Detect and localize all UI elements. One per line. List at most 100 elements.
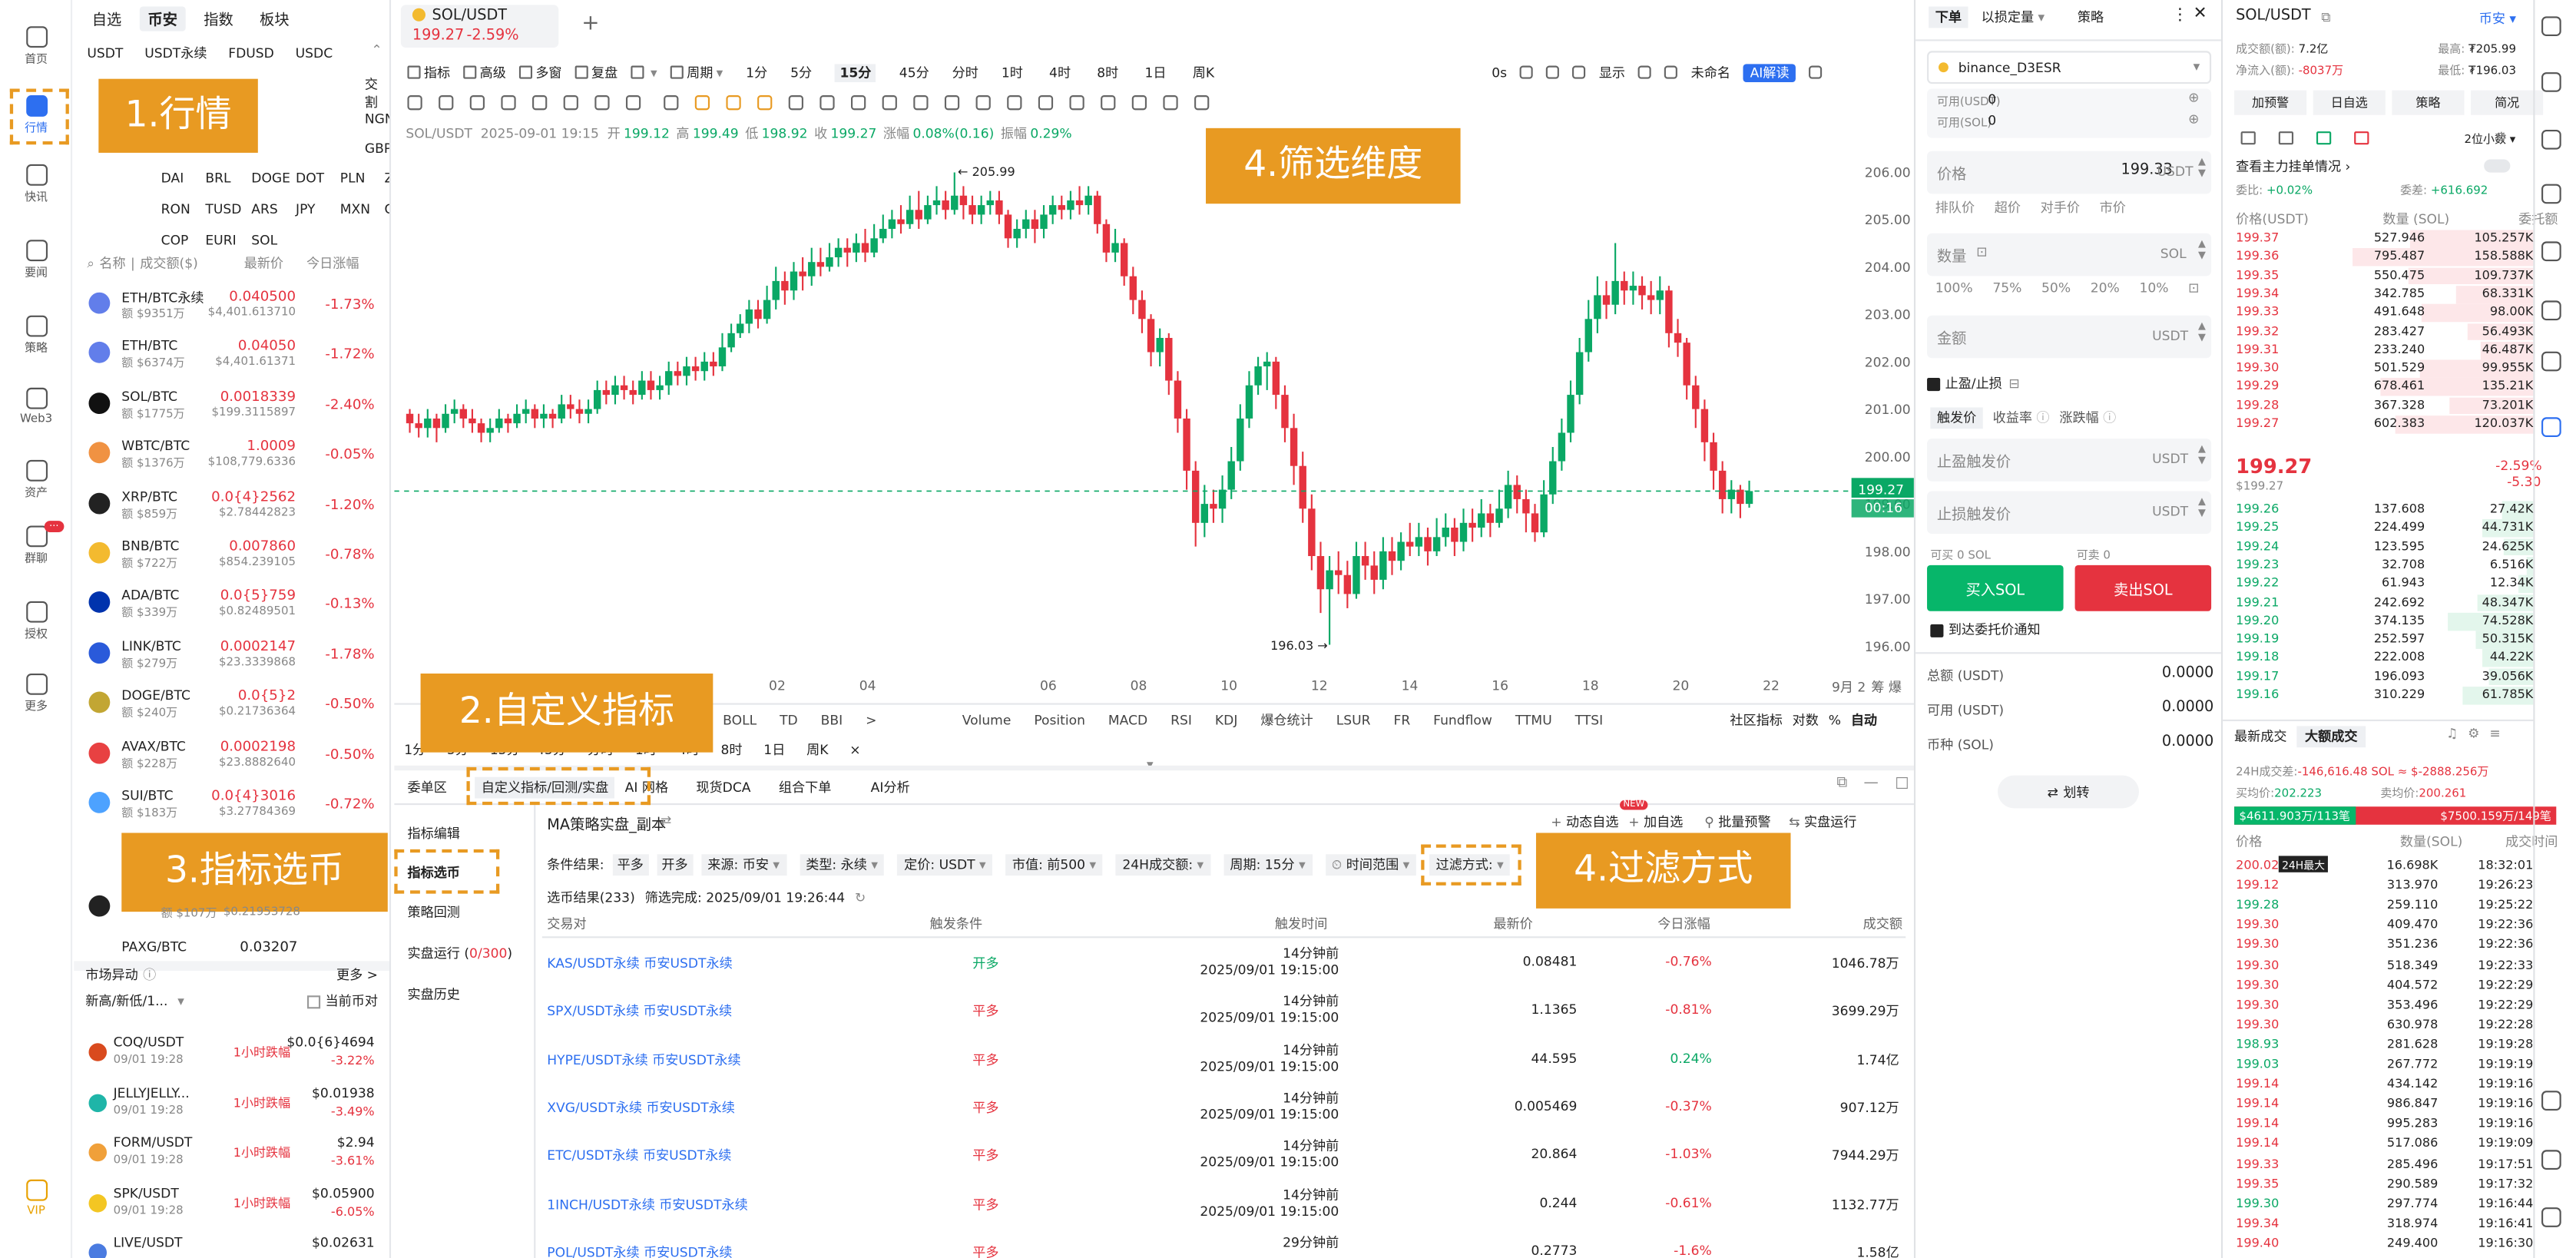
trade-tab-1[interactable]: 大额成交: [2296, 726, 2366, 748]
market-row[interactable]: ETH/BTC 额 $6374万 0.04050 $4,401.61371 -1.72%: [79, 331, 385, 380]
trade-row[interactable]: 198.93 281.628 19:19:28: [2234, 1035, 2533, 1054]
indicator-6[interactable]: MACD: [1108, 713, 1147, 727]
quote-tab-1[interactable]: USDT永续: [144, 45, 207, 63]
trade-row[interactable]: 199.03 267.772 19:19:19: [2234, 1054, 2533, 1074]
edit-icon[interactable]: ⊡: [2188, 281, 2199, 296]
trade-row[interactable]: 199.35 290.589 19:17:32: [2234, 1174, 2533, 1194]
notify-checkbox[interactable]: [1930, 623, 1944, 637]
current-pair-checkbox[interactable]: [306, 995, 321, 1008]
filter-source[interactable]: 来源: 币安 ▾: [700, 854, 786, 876]
filter-chip-0[interactable]: 平多: [612, 854, 649, 876]
trade-header-1[interactable]: 数量(SOL): [2400, 833, 2462, 851]
period-0[interactable]: 1分: [746, 63, 767, 81]
toolbar-right-4[interactable]: 显示: [1599, 63, 1625, 81]
col-price[interactable]: 最新价: [244, 255, 283, 273]
column-header-4[interactable]: 今日涨幅: [1657, 915, 1710, 933]
nav-vip[interactable]: VIP: [0, 1179, 71, 1217]
quote-chip[interactable]: DOT: [296, 170, 324, 185]
rail-tool-icon[interactable]: [2541, 241, 2561, 262]
tpsl-checkbox[interactable]: [1927, 376, 1941, 391]
orderbook-row[interactable]: 199.31 233.240 46.487K: [2234, 341, 2534, 359]
result-row[interactable]: SPX/USDT永续 币安USDT永续 平多 14分钟前 2025/09/01 19:…: [542, 988, 1906, 1035]
action-1[interactable]: + 加自选: [1628, 813, 1683, 832]
toolbar-right-5[interactable]: [1638, 65, 1652, 79]
add-tab-button[interactable]: +: [581, 12, 599, 36]
order-tab-1[interactable]: 以损定量 ▾: [1982, 8, 2045, 27]
trade-row[interactable]: 199.30 630.978 19:22:28: [2234, 1015, 2533, 1035]
orderbook-row[interactable]: 199.36 795.487 158.588K: [2234, 248, 2534, 266]
draw-tool-icon[interactable]: [1038, 95, 1054, 111]
quote-chip[interactable]: RON: [161, 202, 190, 217]
orderbook-row[interactable]: 199.27 602.383 120.037K: [2234, 415, 2534, 434]
add-sol-icon[interactable]: ⊕: [2188, 111, 2199, 126]
period-4[interactable]: 分时: [952, 63, 978, 81]
calendar-icon[interactable]: ⊟: [2008, 376, 2019, 391]
quote-tab-0[interactable]: USDT: [87, 46, 123, 61]
quote-chip[interactable]: MXN: [340, 202, 370, 217]
draw-tool-icon[interactable]: [1069, 95, 1084, 111]
orderbook-row[interactable]: 199.24 123.595 24.625K: [2234, 538, 2534, 556]
gear-icon[interactable]: ⚙: [2468, 726, 2479, 740]
order-tab-2[interactable]: 策略: [2078, 8, 2104, 27]
draw-tool-icon[interactable]: [694, 95, 710, 111]
trade-row[interactable]: 199.14 434.142 19:19:16: [2234, 1074, 2533, 1094]
collapse-icon[interactable]: ⌃: [371, 43, 382, 58]
price-option-0[interactable]: 排队价: [1935, 199, 1975, 217]
buy-button[interactable]: 买入SOL: [1927, 564, 2064, 611]
market-row[interactable]: WBTC/BTC 额 $1376万 1.0009 $108,779.6336 -0.05…: [79, 431, 385, 480]
orderbook-row[interactable]: 199.16 310.229 61.785K: [2234, 687, 2534, 705]
rail-tool-icon[interactable]: [2541, 1091, 2561, 1111]
price-input[interactable]: 价格 199.33 USDT ▲ ▼: [1927, 151, 2212, 194]
orderbook-row[interactable]: 199.29 678.461 135.21K: [2234, 378, 2534, 396]
trade-row[interactable]: 199.30 518.349 19:22:33: [2234, 955, 2533, 975]
period-8[interactable]: 1日: [1145, 63, 1167, 81]
indicator-10[interactable]: LSUR: [1336, 713, 1371, 727]
indicator-option-0[interactable]: 社区指标: [1730, 711, 1782, 730]
settings-icon[interactable]: ⚙: [2495, 130, 2507, 144]
minimize-icon[interactable]: —: [1864, 776, 1879, 792]
quote-chip[interactable]: JPY: [296, 202, 315, 217]
result-row[interactable]: KAS/USDT永续 币安USDT永续 开多 14分钟前 2025/09/01 19:…: [542, 940, 1906, 988]
column-header-1[interactable]: 触发条件: [930, 915, 982, 933]
column-header-5[interactable]: 成交额: [1863, 915, 1902, 933]
side-item-3[interactable]: 实盘运行 (0/300): [407, 945, 512, 963]
toolbar-item-5[interactable]: 周期 ▾: [670, 63, 723, 81]
market-row[interactable]: SUI/BTC 额 $183万 0.0{4}3016 $3.27784369 -0.72…: [79, 780, 385, 829]
sell-button[interactable]: 卖出SOL: [2074, 564, 2212, 611]
orderbook-view-icon[interactable]: [2316, 131, 2332, 145]
period-3[interactable]: 45分: [899, 63, 929, 81]
ob-header-1[interactable]: 数量 (SOL): [2382, 210, 2449, 229]
toolbar-right-1[interactable]: [1520, 65, 1534, 79]
draw-tool-icon[interactable]: [439, 95, 454, 111]
close-icon[interactable]: ✕: [2194, 5, 2207, 23]
orderbook-row[interactable]: 199.30 501.529 99.955K: [2234, 359, 2534, 378]
nav-headline[interactable]: 要闻: [0, 240, 71, 280]
order-tab-0[interactable]: 下单: [1929, 6, 1968, 28]
toolbar-right-7[interactable]: 未命名: [1691, 63, 1730, 81]
account-select[interactable]: binance_D3ESR ▾: [1927, 51, 2212, 84]
period-1[interactable]: 5分: [790, 63, 812, 81]
quote-chip[interactable]: ARS: [251, 202, 277, 217]
toolbar-right-2[interactable]: [1546, 65, 1560, 79]
percent-2[interactable]: 50%: [2041, 281, 2071, 296]
toolbar-item-2[interactable]: 多窗: [518, 63, 562, 81]
trade-row[interactable]: 199.14 995.283 19:19:16: [2234, 1114, 2533, 1134]
bottom-tab-5[interactable]: AI分析: [871, 779, 910, 797]
period-7[interactable]: 8时: [1097, 63, 1118, 81]
indicator-5[interactable]: Position: [1034, 713, 1085, 727]
result-pair[interactable]: SPX/USDT永续 币安USDT永续: [547, 1002, 732, 1021]
orderbook-view-icon[interactable]: [2354, 131, 2369, 145]
rail-tool-icon[interactable]: [2541, 417, 2561, 437]
movement-row[interactable]: LIVE/USDT $0.02631: [79, 1231, 385, 1258]
quote-chip[interactable]: NGN: [365, 111, 389, 126]
trade-row[interactable]: 199.14 986.847 19:19:16: [2234, 1094, 2533, 1114]
ob-header-2[interactable]: 委托额: [2518, 210, 2558, 229]
bell-icon[interactable]: ♫: [2446, 726, 2458, 740]
orderbook-row[interactable]: 199.20 374.135 74.528K: [2234, 612, 2534, 631]
nav-home[interactable]: 首页: [0, 26, 71, 67]
result-row[interactable]: XVG/USDT永续 币安USDT永续 平多 14分钟前 2025/09/01 19:…: [542, 1084, 1906, 1132]
percent-0[interactable]: 100%: [1935, 281, 1973, 296]
orderbook-row[interactable]: 199.18 222.008 44.22K: [2234, 649, 2534, 667]
indicator-option-2[interactable]: %: [1829, 713, 1841, 727]
side-item-4[interactable]: 实盘历史: [407, 985, 459, 1004]
